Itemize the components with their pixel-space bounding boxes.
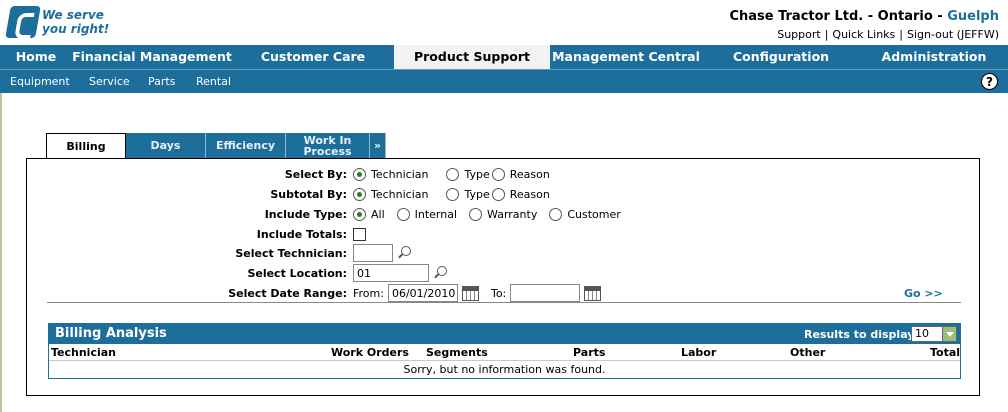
analysis-title: Billing Analysis (55, 326, 167, 341)
company-logo[interactable]: We serve you right! (5, 6, 109, 40)
left-border (0, 93, 2, 412)
main-nav: Home Financial Management Customer Care … (0, 45, 1008, 69)
results-select-value: 10 (915, 327, 929, 340)
subtotal-by-reason-radio[interactable] (491, 187, 505, 201)
subtotal-by-technician-radio[interactable] (353, 187, 366, 201)
company-city[interactable]: Guelph (947, 9, 999, 24)
select-by-technician-radio[interactable] (353, 167, 366, 181)
tab-more-button[interactable]: » (370, 133, 386, 158)
date-range-label: Select Date Range: (228, 286, 347, 300)
select-by-type-radio[interactable] (446, 167, 460, 181)
company-location: Chase Tractor Ltd. - Ontario - Guelph (729, 9, 999, 24)
col-total[interactable]: Total (930, 346, 960, 359)
select-by-label: Select By: (284, 167, 347, 181)
col-parts[interactable]: Parts (573, 346, 605, 359)
subtotal-by-label: Subtotal By: (270, 187, 347, 201)
select-technician-label: Select Technician: (235, 246, 347, 260)
include-totals-checkbox[interactable] (353, 227, 366, 241)
company-name: Chase Tractor Ltd. - Ontario - (729, 9, 943, 24)
include-totals-label: Include Totals: (256, 227, 347, 241)
empty-message: Sorry, but no information was found. (403, 363, 606, 376)
billing-analysis-table: Billing Analysis Results to display: 10 … (48, 323, 961, 379)
header-rule (49, 360, 960, 361)
billing-panel: Select By: Technician Type Reason Subtot… (26, 158, 980, 396)
nav-customer-care[interactable]: Customer Care (232, 45, 394, 69)
support-link[interactable]: Support (777, 28, 820, 41)
select-technician-row: Select Technician: (27, 244, 979, 262)
include-totals-row: Include Totals: (27, 225, 979, 243)
tab-efficiency[interactable]: Efficiency (206, 133, 286, 158)
nav-home[interactable]: Home (0, 45, 72, 69)
to-calendar-icon[interactable] (584, 285, 602, 301)
results-label: Results to display: (804, 328, 919, 341)
chevron-down-icon[interactable] (942, 327, 956, 341)
subnav-service[interactable]: Service (89, 75, 130, 88)
subtotal-by-row: Subtotal By: Technician Type Reason (270, 187, 550, 201)
sub-nav: Equipment Service Parts Rental ? (0, 69, 1008, 93)
report-tabs: Billing Days Efficiency Work In Process … (46, 133, 386, 159)
from-date-input[interactable]: 06/01/2010 (387, 284, 458, 302)
app-header: We serve you right! Chase Tractor Ltd. -… (0, 0, 1008, 45)
analysis-header: Billing Analysis Results to display: 10 (49, 324, 960, 344)
subnav-equipment[interactable]: Equipment (10, 75, 70, 88)
logo-tagline-1: We serve (42, 8, 104, 22)
logo-tagline-2: you right! (42, 22, 110, 36)
to-date-input[interactable] (510, 284, 581, 302)
technician-input[interactable] (353, 244, 393, 262)
quick-links-link[interactable]: Quick Links (832, 28, 895, 41)
sign-out-link[interactable]: Sign-out (JEFFW) (907, 28, 999, 41)
tab-billing[interactable]: Billing (46, 133, 126, 159)
col-segments[interactable]: Segments (426, 346, 488, 359)
results-select[interactable]: 10 (911, 326, 957, 342)
date-range-row: Select Date Range: From: 06/01/2010 To: (27, 284, 979, 302)
select-by-row: Select By: Technician Type Reason (284, 167, 550, 181)
include-type-label: Include Type: (264, 207, 347, 221)
include-type-all-radio[interactable] (353, 207, 366, 221)
select-location-row: Select Location: 01 (27, 264, 979, 282)
from-calendar-icon[interactable] (461, 285, 479, 301)
help-icon[interactable]: ? (981, 73, 998, 90)
from-label: From: (353, 286, 384, 300)
nav-configuration[interactable]: Configuration (702, 45, 860, 69)
location-input[interactable]: 01 (353, 264, 429, 282)
include-type-customer-radio[interactable] (549, 207, 563, 221)
col-other[interactable]: Other (790, 346, 825, 359)
nav-management-central[interactable]: Management Central (550, 45, 702, 69)
col-work-orders[interactable]: Work Orders (331, 346, 409, 359)
nav-financial-management[interactable]: Financial Management (72, 45, 232, 69)
col-labor[interactable]: Labor (681, 346, 716, 359)
include-type-internal-radio[interactable] (396, 207, 410, 221)
tab-days[interactable]: Days (126, 133, 206, 158)
include-type-warranty-radio[interactable] (469, 207, 483, 221)
location-search-icon[interactable] (433, 266, 447, 280)
subnav-rental[interactable]: Rental (196, 75, 231, 88)
subtotal-by-type-radio[interactable] (446, 187, 460, 201)
nav-administration[interactable]: Administration (860, 45, 1008, 69)
utility-links: Support | Quick Links | Sign-out (JEFFW) (777, 28, 999, 41)
select-by-reason-radio[interactable] (491, 167, 505, 181)
nav-product-support[interactable]: Product Support (394, 45, 550, 69)
technician-search-icon[interactable] (397, 246, 411, 260)
form-divider (47, 302, 961, 303)
select-location-label: Select Location: (247, 266, 347, 280)
go-button[interactable]: Go >> (904, 287, 943, 300)
tab-work-in-process[interactable]: Work In Process (286, 133, 370, 158)
logo-mark-icon (5, 6, 41, 38)
col-technician[interactable]: Technician (51, 346, 116, 359)
to-label: To: (490, 286, 507, 300)
include-type-row: Include Type: All Internal Warranty Cust… (264, 207, 621, 221)
subnav-parts[interactable]: Parts (148, 75, 175, 88)
